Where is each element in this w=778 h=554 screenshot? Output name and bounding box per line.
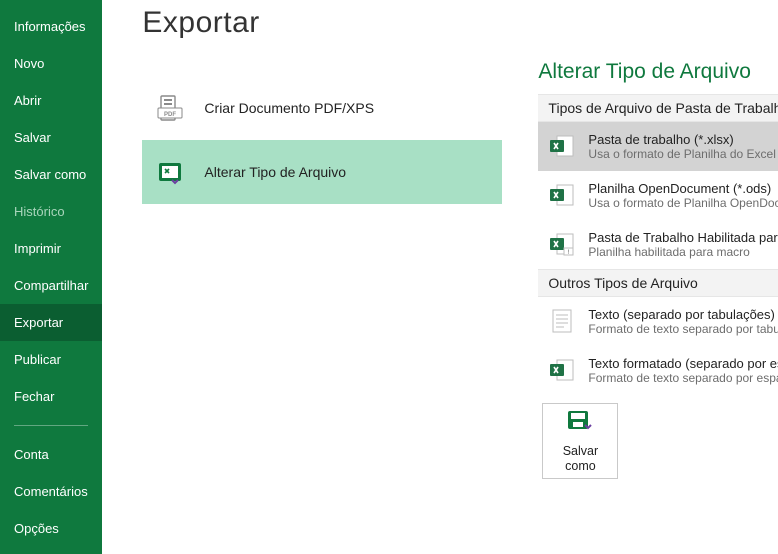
ods-icon [548, 181, 576, 209]
sidebar-item-label: Comentários [14, 484, 88, 499]
txt-icon [548, 307, 576, 335]
content-area: Exportar PDF Criar Documento PDF/XPS [102, 0, 778, 554]
export-option-pdf-xps[interactable]: PDF Criar Documento PDF/XPS [142, 76, 502, 140]
sidebar-divider [14, 425, 88, 426]
sidebar-item-label: Novo [14, 56, 44, 71]
sidebar-item-open[interactable]: Abrir [0, 82, 102, 119]
sidebar-item-label: Fechar [14, 389, 54, 404]
sidebar-item-label: Imprimir [14, 241, 61, 256]
sidebar-item-publish[interactable]: Publicar [0, 341, 102, 378]
file-type-prn[interactable]: Texto formatado (separado por espaços...… [538, 346, 778, 395]
sidebar-item-options[interactable]: Opções [0, 510, 102, 547]
export-right-column: Alterar Tipo de Arquivo Tipos de Arquivo… [502, 0, 778, 554]
sidebar-item-close[interactable]: Fechar [0, 378, 102, 415]
file-type-title: Texto formatado (separado por espaços... [588, 356, 778, 371]
file-type-list-workbook: Pasta de trabalho (*.xlsx) Usa o formato… [538, 122, 778, 269]
sidebar-item-label: Abrir [14, 93, 41, 108]
sidebar-item-label: Salvar [14, 130, 51, 145]
sidebar-item-share[interactable]: Compartilhar [0, 267, 102, 304]
prn-icon [548, 356, 576, 384]
file-type-xlsm[interactable]: ! Pasta de Trabalho Habilitada para Macr… [538, 220, 778, 269]
file-type-txt[interactable]: Texto (separado por tabulações) (*.txt) … [538, 297, 778, 346]
sidebar-item-export[interactable]: Exportar [0, 304, 102, 341]
file-type-desc: Planilha habilitada para macro [588, 245, 778, 259]
save-as-icon [566, 409, 594, 438]
file-type-title: Planilha OpenDocument (*.ods) [588, 181, 778, 196]
svg-text:PDF: PDF [164, 112, 176, 118]
section-title: Alterar Tipo de Arquivo [538, 60, 778, 84]
sidebar-item-save[interactable]: Salvar [0, 119, 102, 156]
pdf-xps-icon: PDF [154, 92, 186, 124]
file-type-xlsx[interactable]: Pasta de trabalho (*.xlsx) Usa o formato… [538, 122, 778, 171]
sidebar-item-feedback[interactable]: Comentários [0, 473, 102, 510]
export-option-label: Alterar Tipo de Arquivo [204, 164, 346, 180]
sidebar-item-history[interactable]: Histórico [0, 193, 102, 230]
sidebar-item-label: Informações [14, 19, 86, 34]
save-as-label: Salvar como [557, 444, 603, 475]
export-option-change-file-type[interactable]: Alterar Tipo de Arquivo [142, 140, 502, 204]
sidebar-item-label: Compartilhar [14, 278, 88, 293]
backstage-sidebar: Informações Novo Abrir Salvar Salvar com… [0, 0, 102, 554]
subsection-other-types: Outros Tipos de Arquivo [538, 269, 778, 297]
file-type-title: Pasta de Trabalho Habilitada para Macr..… [588, 230, 778, 245]
file-type-desc: Formato de texto separado por espaços [588, 371, 778, 385]
file-type-desc: Formato de texto separado por tabulações [588, 322, 778, 336]
file-type-desc: Usa o formato de Planilha do Excel [588, 147, 778, 161]
sidebar-item-label: Salvar como [14, 167, 86, 182]
sidebar-item-label: Conta [14, 447, 49, 462]
sidebar-item-info[interactable]: Informações [0, 8, 102, 45]
file-type-desc: Usa o formato de Planilha OpenDocument [588, 196, 778, 210]
sidebar-item-print[interactable]: Imprimir [0, 230, 102, 267]
save-as-button[interactable]: Salvar como [542, 403, 618, 479]
change-file-type-icon [154, 156, 186, 188]
file-type-ods[interactable]: Planilha OpenDocument (*.ods) Usa o form… [538, 171, 778, 220]
sidebar-item-label: Exportar [14, 315, 63, 330]
xlsm-icon: ! [548, 230, 576, 258]
file-type-list-other: Texto (separado por tabulações) (*.txt) … [538, 297, 778, 395]
subsection-workbook-types: Tipos de Arquivo de Pasta de Trabalho [538, 94, 778, 122]
export-left-column: Exportar PDF Criar Documento PDF/XPS [142, 0, 502, 554]
sidebar-item-label: Histórico [14, 204, 65, 219]
file-type-title: Texto (separado por tabulações) (*.txt) [588, 307, 778, 322]
export-option-label: Criar Documento PDF/XPS [204, 100, 374, 116]
page-title: Exportar [142, 6, 502, 40]
file-type-title: Pasta de trabalho (*.xlsx) [588, 132, 778, 147]
sidebar-item-label: Publicar [14, 352, 61, 367]
sidebar-item-save-as[interactable]: Salvar como [0, 156, 102, 193]
sidebar-item-new[interactable]: Novo [0, 45, 102, 82]
sidebar-item-account[interactable]: Conta [0, 436, 102, 473]
xlsx-icon [548, 132, 576, 160]
sidebar-item-label: Opções [14, 521, 59, 536]
